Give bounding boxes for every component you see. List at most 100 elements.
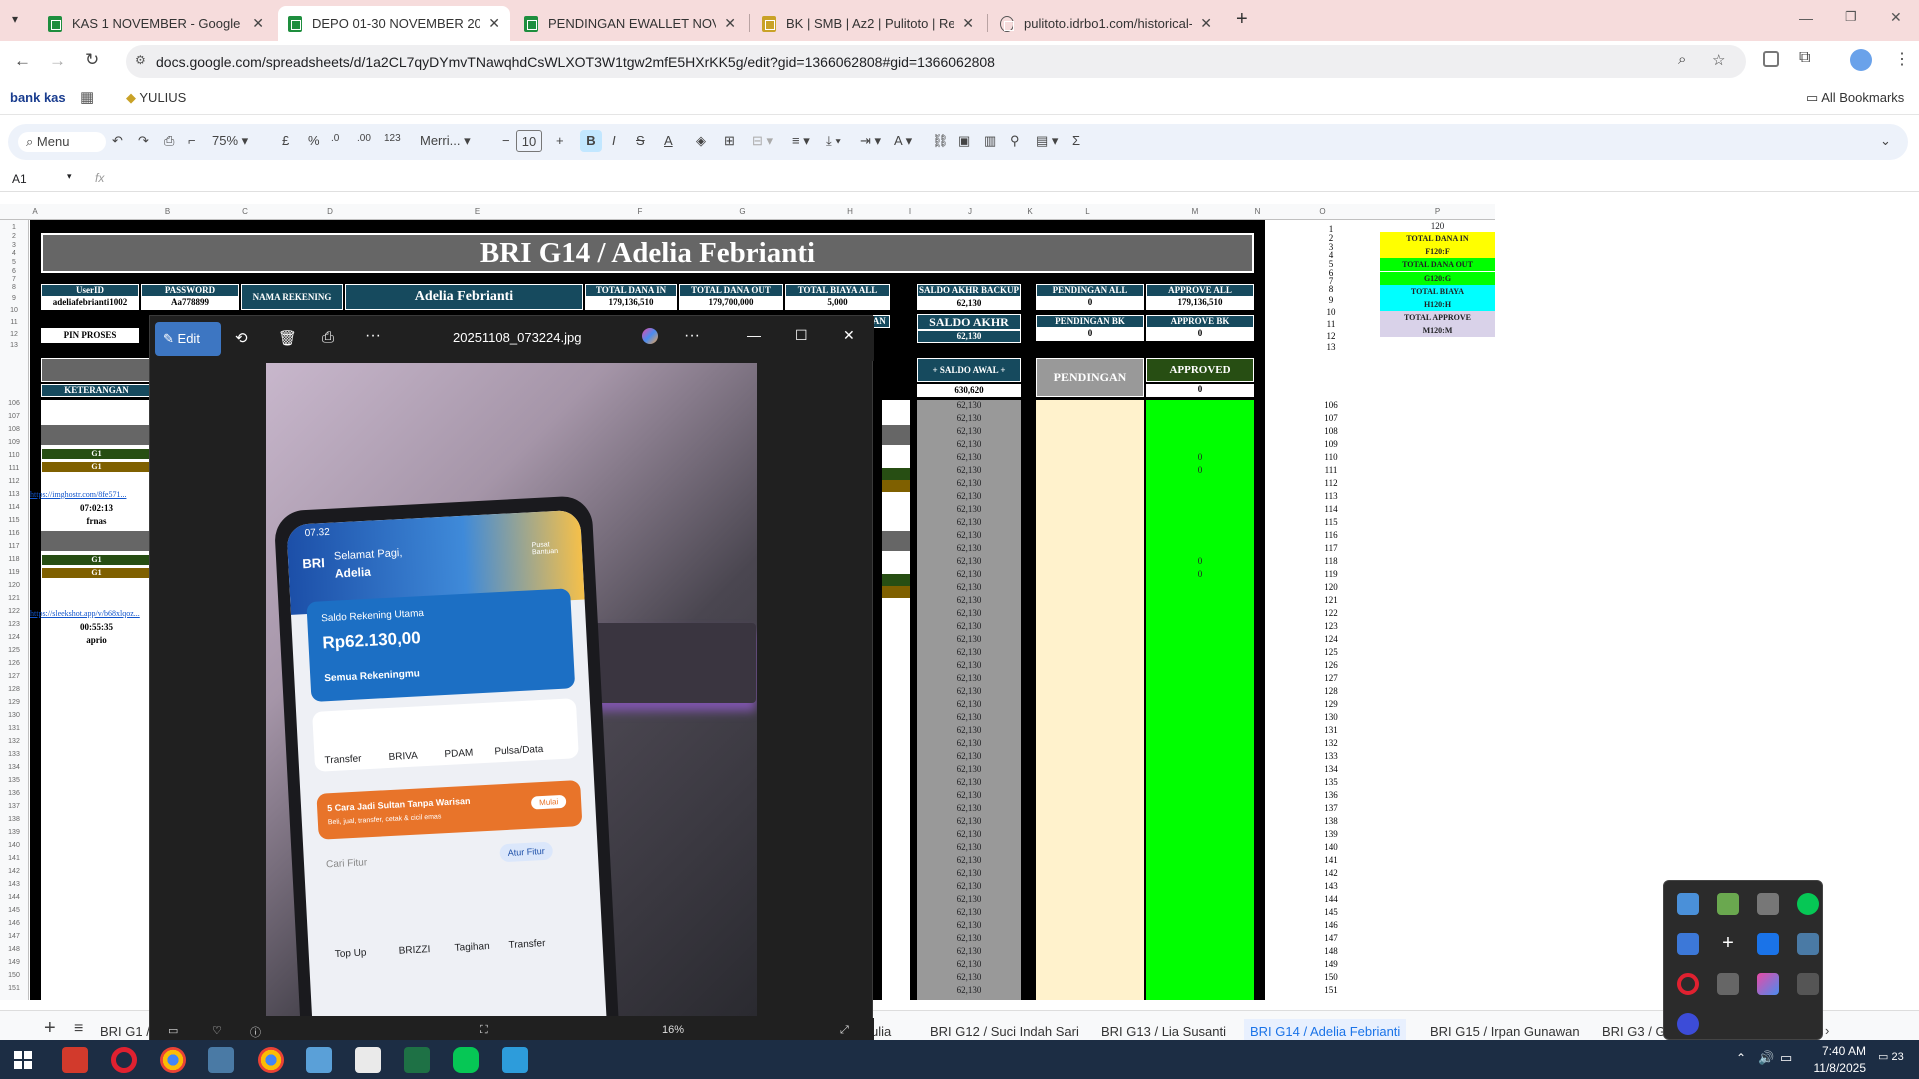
app-icon[interactable] bbox=[502, 1047, 528, 1073]
window-close-button[interactable]: ✕ bbox=[1890, 9, 1902, 26]
saldo-cell[interactable]: 62,130 bbox=[917, 907, 1021, 917]
row-header[interactable]: 133 bbox=[0, 751, 28, 758]
row-header[interactable]: 149 bbox=[0, 959, 28, 966]
row-header[interactable]: 124 bbox=[0, 634, 28, 641]
row-header[interactable]: 5 bbox=[0, 259, 28, 266]
o-row-number[interactable]: 149 bbox=[1281, 959, 1381, 969]
photo-viewer-window[interactable]: ✎ Edit ⟲ 🗑 ⎙ ··· 20251108_073224.jpg ···… bbox=[149, 315, 874, 1046]
restore-button[interactable]: ❐ bbox=[1845, 9, 1857, 25]
row-header[interactable]: 138 bbox=[0, 816, 28, 823]
extension-icon[interactable] bbox=[1763, 51, 1779, 67]
row-header[interactable]: 136 bbox=[0, 790, 28, 797]
o-row-number[interactable]: 110 bbox=[1281, 452, 1381, 462]
header-pendingan-bk[interactable]: PENDINGAN BK bbox=[1036, 315, 1144, 328]
o-row-number[interactable]: 126 bbox=[1281, 660, 1381, 670]
pendingan-bk-value[interactable]: 0 bbox=[1036, 328, 1144, 341]
browser-tab-pendingan[interactable]: PENDINGAN EWALLET NOVEM ✕ bbox=[514, 6, 746, 41]
saldo-backup-value[interactable]: 62,130 bbox=[917, 297, 1021, 310]
app-icon[interactable] bbox=[208, 1047, 234, 1073]
strikethrough-button[interactable]: S bbox=[636, 133, 645, 148]
info-tray-icon[interactable] bbox=[1757, 933, 1779, 955]
header-nama-rekening[interactable]: NAMA REKENING bbox=[241, 284, 343, 310]
tray-app-icon[interactable] bbox=[1757, 973, 1779, 995]
font-size-minus[interactable]: − bbox=[502, 133, 510, 148]
chrome-icon[interactable] bbox=[160, 1047, 186, 1073]
row-header[interactable]: 150 bbox=[0, 972, 28, 979]
g1-cell[interactable]: G1 bbox=[41, 448, 152, 460]
g1-cell[interactable]: G1 bbox=[41, 554, 152, 566]
password-value[interactable]: Aa778899 bbox=[141, 297, 239, 310]
name-cell[interactable]: aprio bbox=[41, 635, 152, 646]
zoom-select[interactable]: 75% ▾ bbox=[212, 133, 248, 149]
font-size-plus[interactable]: + bbox=[556, 133, 564, 148]
saldo-akhr-value[interactable]: 62,130 bbox=[917, 330, 1021, 343]
o-row-number[interactable]: 151 bbox=[1281, 985, 1381, 995]
row-header[interactable]: 130 bbox=[0, 712, 28, 719]
row-header[interactable]: 109 bbox=[0, 439, 28, 446]
saldo-cell[interactable]: 62,130 bbox=[917, 725, 1021, 735]
header-saldo-akhr[interactable]: SALDO AKHR bbox=[917, 314, 1021, 330]
add-sheet-button[interactable]: + bbox=[44, 1017, 56, 1040]
saldo-cell[interactable]: 62,130 bbox=[917, 647, 1021, 657]
fill-color-icon[interactable]: ◈ bbox=[696, 133, 706, 149]
chrome-icon[interactable] bbox=[258, 1047, 284, 1073]
o-row-number[interactable]: 131 bbox=[1281, 725, 1381, 735]
row-header[interactable]: 9 bbox=[0, 295, 28, 302]
favorite-icon[interactable]: ♡ bbox=[212, 1024, 222, 1037]
column-header[interactable]: A bbox=[30, 207, 40, 216]
row-header[interactable]: 111 bbox=[0, 465, 28, 472]
o-row-number[interactable]: 121 bbox=[1281, 595, 1381, 605]
row-header[interactable]: 7 bbox=[0, 276, 28, 283]
borders-icon[interactable]: ⊞ bbox=[724, 133, 735, 149]
o-row-number[interactable]: 114 bbox=[1281, 504, 1381, 514]
header-keterangan[interactable]: KETERANGAN bbox=[41, 384, 152, 397]
saldo-cell[interactable]: 62,130 bbox=[917, 452, 1021, 462]
row-header[interactable]: 125 bbox=[0, 647, 28, 654]
reload-icon[interactable]: ↻ bbox=[85, 50, 99, 70]
summary-formula[interactable]: G120:G bbox=[1380, 272, 1495, 285]
address-bar[interactable]: ⚙ docs.google.com/spreadsheets/d/1a2CL7q… bbox=[126, 45, 1746, 78]
close-icon[interactable]: ✕ bbox=[1200, 15, 1212, 32]
name-cell[interactable]: Adelia Febrianti bbox=[345, 284, 583, 310]
summary-formula[interactable]: H120:H bbox=[1380, 298, 1495, 311]
o-row-number[interactable]: 143 bbox=[1281, 881, 1381, 891]
time-cell[interactable]: 07:02:13 bbox=[41, 503, 152, 514]
saldo-cell[interactable]: 62,130 bbox=[917, 686, 1021, 696]
row-header[interactable]: 11 bbox=[0, 319, 28, 326]
saldo-cell[interactable]: 62,130 bbox=[917, 842, 1021, 852]
start-icon[interactable] bbox=[14, 1051, 32, 1069]
row-header[interactable]: 8 bbox=[0, 284, 28, 291]
app-icon[interactable] bbox=[306, 1047, 332, 1073]
o-row-number[interactable]: 119 bbox=[1281, 569, 1381, 579]
text-color-icon[interactable]: A bbox=[664, 133, 673, 148]
o-row-number[interactable]: 129 bbox=[1281, 699, 1381, 709]
row-header[interactable]: 121 bbox=[0, 595, 28, 602]
summary-label[interactable]: TOTAL DANA IN bbox=[1380, 232, 1495, 245]
saldo-cell[interactable]: 62,130 bbox=[917, 465, 1021, 475]
row-header[interactable]: 137 bbox=[0, 803, 28, 810]
o-row-number[interactable]: 128 bbox=[1281, 686, 1381, 696]
row-header[interactable]: 135 bbox=[0, 777, 28, 784]
saldo-cell[interactable]: 62,130 bbox=[917, 777, 1021, 787]
maximize-button[interactable]: ☐ bbox=[795, 327, 808, 344]
o-row-number[interactable]: 130 bbox=[1281, 712, 1381, 722]
header-approve-all[interactable]: APPROVE ALL bbox=[1146, 284, 1254, 297]
column-header[interactable]: O bbox=[1265, 207, 1380, 216]
approved-cell[interactable]: 0 bbox=[1146, 452, 1254, 462]
row-header[interactable]: 108 bbox=[0, 426, 28, 433]
o-row-number[interactable]: 136 bbox=[1281, 790, 1381, 800]
column-header[interactable]: K bbox=[1025, 207, 1035, 216]
more-options-icon[interactable]: ··· bbox=[684, 327, 700, 345]
proof-link[interactable]: https://imghostr.com/8fe571... bbox=[30, 490, 155, 501]
saldo-cell[interactable]: 62,130 bbox=[917, 439, 1021, 449]
row-header[interactable]: 141 bbox=[0, 855, 28, 862]
biaya-value[interactable]: 5,000 bbox=[785, 297, 890, 310]
column-header[interactable]: H bbox=[795, 207, 905, 216]
saldo-cell[interactable]: 62,130 bbox=[917, 582, 1021, 592]
paint-format-icon[interactable]: ⌐ bbox=[188, 133, 196, 148]
row-header[interactable]: 147 bbox=[0, 933, 28, 940]
pin-proses-label[interactable]: PIN PROSES bbox=[41, 328, 139, 343]
o-row-number[interactable]: 112 bbox=[1281, 478, 1381, 488]
o-row-number[interactable]: 122 bbox=[1281, 608, 1381, 618]
print-icon[interactable]: ⎙ bbox=[164, 133, 174, 149]
